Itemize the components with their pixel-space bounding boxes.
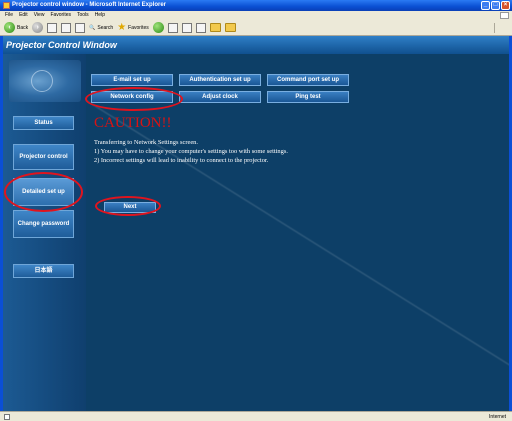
minimize-button[interactable]: _ [481,1,490,10]
stop-button[interactable] [47,22,58,33]
sidebar-item-detailed-set-up[interactable]: Detailed set up [13,178,74,206]
print-button[interactable] [195,22,206,33]
warning-line-1: 1) You may have to change your computer'… [94,148,288,155]
sidebar-item-change-password[interactable]: Change password [13,210,74,238]
logo-ring-icon [31,70,53,92]
tab-authentication-set-up[interactable]: Authentication set up [179,74,261,86]
back-button[interactable]: ‹ Back [4,22,28,33]
tab-ping-test[interactable]: Ping test [267,91,349,103]
menu-bar: File Edit View Favorites Tools Help [0,11,512,20]
warning-line-2: 2) Incorrect settings will lead to inabi… [94,157,269,164]
tab-network-config[interactable]: Network config [91,91,173,103]
projector-logo [9,60,81,102]
window-controls: _ □ × [481,1,510,10]
search-icon: 🔍 [89,24,96,31]
tab-row-2: Network config Adjust clock Ping test [91,91,349,103]
refresh-button[interactable] [61,22,72,33]
back-arrow-icon: ‹ [4,22,15,33]
back-label: Back [17,24,29,31]
menu-help[interactable]: Help [95,11,105,20]
menu-edit[interactable]: Edit [19,11,28,20]
menu-favorites[interactable]: Favorites [50,11,71,20]
star-icon: ★ [117,21,127,33]
sidebar-item-projector-control[interactable]: Projector control [13,144,74,170]
media-button[interactable] [152,22,164,33]
page-title: Projector Control Window [6,40,117,50]
page-header: Projector Control Window [3,36,509,54]
background-decoration [86,54,509,411]
close-button[interactable]: × [501,1,510,10]
ie-app-icon [3,2,10,9]
forward-button[interactable]: › [32,22,44,33]
menu-file[interactable]: File [5,11,13,20]
warning-intro: Transferring to Network Settings screen. [94,139,198,146]
maximize-button[interactable]: □ [491,1,500,10]
page-status-icon [4,414,10,420]
tab-email-set-up[interactable]: E-mail set up [91,74,173,86]
security-zone: Internet [489,414,506,420]
mail-button[interactable] [181,22,192,33]
status-bar: Internet [0,411,512,421]
menu-tools[interactable]: Tools [77,11,89,20]
favorites-button[interactable]: ★ Favorites [117,21,149,33]
favorites-label: Favorites [128,24,149,31]
sidebar-item-japanese[interactable]: 日本語 [13,264,74,278]
tab-command-port-set-up[interactable]: Command port set up [267,74,349,86]
sidebar-item-status[interactable]: Status [13,116,74,130]
home-button[interactable] [75,22,86,33]
search-button[interactable]: 🔍 Search [89,25,113,31]
toolbar-links[interactable] [494,23,508,33]
tab-row-1: E-mail set up Authentication set up Comm… [91,74,349,86]
caution-title: CAUTION!! [94,115,172,131]
menu-view[interactable]: View [34,11,45,20]
sidebar: Status Projector control Detailed set up… [3,54,86,411]
messenger-icon[interactable] [224,23,236,32]
folder-icon[interactable] [209,23,221,32]
main-content: E-mail set up Authentication set up Comm… [86,54,509,411]
windows-logo-icon [500,12,509,19]
search-label: Search [97,24,114,31]
title-bar: Projector control window - Microsoft Int… [0,0,512,11]
history-button[interactable] [167,22,178,33]
next-button[interactable]: Next [104,202,156,213]
window-title: Projector control window - Microsoft Int… [12,2,167,8]
warning-message: Transferring to Network Settings screen.… [94,138,288,165]
tab-adjust-clock[interactable]: Adjust clock [179,91,261,103]
toolbar: ‹ Back › 🔍 Search ★ Favorites [0,20,512,36]
